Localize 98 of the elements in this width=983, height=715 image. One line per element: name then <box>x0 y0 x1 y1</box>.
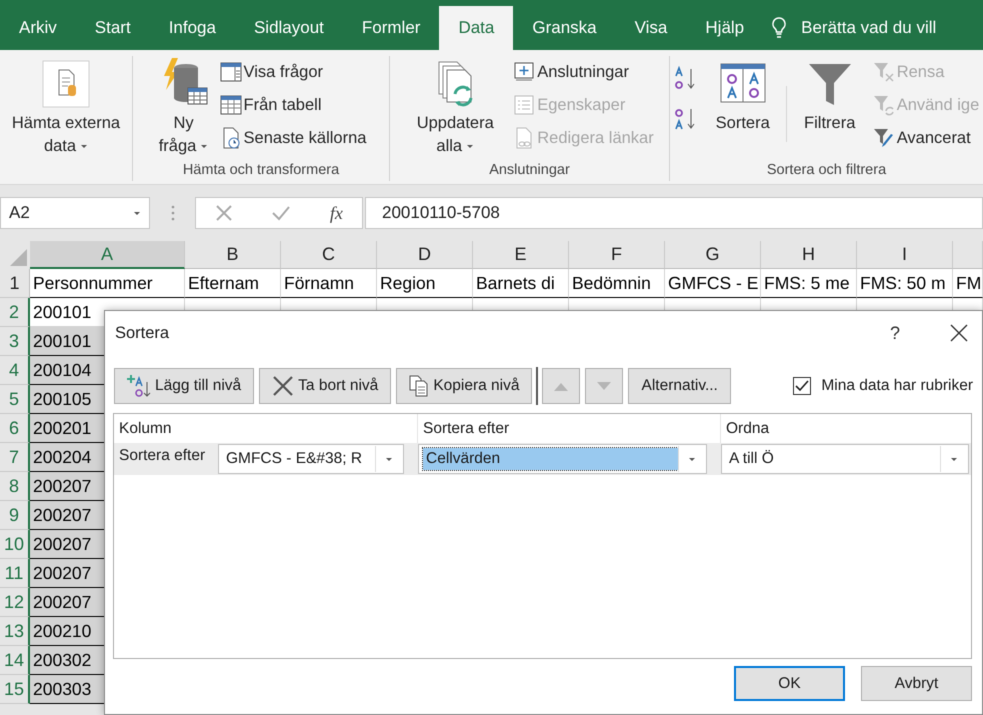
caret-icon <box>466 144 474 150</box>
select-all-icon[interactable] <box>0 241 30 269</box>
table-cell: Region <box>377 269 473 298</box>
toolbar-button[interactable]: Ta bort nivå <box>259 368 392 404</box>
caret-icon <box>385 456 393 462</box>
table-cell: FM <box>953 269 983 298</box>
list-icon <box>513 94 536 116</box>
toolbar-button[interactable]: Lägg till nivå <box>114 368 254 404</box>
ribbon-tab[interactable]: Formler <box>342 6 440 50</box>
dialog-button[interactable]: Avbryt <box>861 666 972 701</box>
caret-icon <box>950 456 958 462</box>
table-cell: FMS: 5 me <box>761 269 857 298</box>
ribbon-tab[interactable]: Granska <box>513 6 616 50</box>
connections-icon <box>513 61 536 83</box>
help-button[interactable]: ? <box>890 322 900 344</box>
column-header[interactable] <box>953 241 983 269</box>
ribbon-button[interactable]: Ny fråga <box>156 56 212 162</box>
column-header[interactable]: F <box>569 241 665 269</box>
formula-field[interactable]: 20010110-5708 <box>365 197 983 229</box>
column-header[interactable]: H <box>761 241 857 269</box>
table-cell: GMFCS - E <box>665 269 761 298</box>
dialog-button[interactable]: OK <box>734 666 845 701</box>
row-header[interactable]: 11 <box>0 559 30 588</box>
row-header[interactable]: 13 <box>0 617 30 646</box>
ribbon-tab[interactable]: Hjälp <box>686 6 764 50</box>
document-icon <box>42 60 90 108</box>
ribbon-button[interactable]: Sortera <box>708 56 778 162</box>
ribbon-button[interactable]: Uppdatera alla <box>405 56 506 162</box>
ribbon-button[interactable]: Filtrera <box>794 56 865 162</box>
insert-function-button[interactable]: fx <box>330 202 343 224</box>
ribbon-button[interactable]: Visa frågor <box>220 59 366 85</box>
order-dropdown[interactable]: A till Ö <box>721 444 969 474</box>
column-header[interactable]: A <box>30 241 185 269</box>
column-header[interactable]: B <box>185 241 281 269</box>
row-header[interactable]: 9 <box>0 501 30 530</box>
checkmark-icon <box>795 380 810 392</box>
row-header[interactable]: 1 <box>0 269 30 298</box>
row-header[interactable]: 15 <box>0 675 30 704</box>
table-cell: Bedömnin <box>569 269 665 298</box>
row-header[interactable]: 2 <box>0 298 30 327</box>
checkbox-label[interactable]: Mina data har rubriker <box>821 377 973 395</box>
grip-icon <box>170 205 174 221</box>
column-header[interactable]: G <box>665 241 761 269</box>
ribbon-button[interactable]: Senaste källorna <box>220 125 366 151</box>
row-header[interactable]: 8 <box>0 472 30 501</box>
table-icon <box>220 94 242 116</box>
group-label: Anslutningar <box>488 162 571 180</box>
row-header[interactable]: 5 <box>0 385 30 414</box>
ribbon-button[interactable]: Anslutningar <box>513 59 654 85</box>
table-cell: Barnets di <box>473 269 569 298</box>
table-cell: Efternam <box>185 269 281 298</box>
name-box[interactable]: A2 <box>0 197 150 229</box>
lightbulb-icon <box>771 17 788 39</box>
ribbon-button[interactable]: Hämta externa data <box>3 56 129 162</box>
group-label: Hämta och transformera <box>182 162 340 180</box>
caret-icon <box>200 144 208 150</box>
row-header[interactable]: 4 <box>0 356 30 385</box>
delete-icon <box>272 375 294 397</box>
sort-on-dropdown[interactable]: Cellvärden <box>418 444 707 474</box>
toolbar-button[interactable]: Alternativ... <box>628 368 731 404</box>
row-header[interactable]: 6 <box>0 414 30 443</box>
caret-icon <box>80 144 88 150</box>
up-arrow-icon <box>554 382 568 390</box>
table-cell: Personnummer <box>30 269 185 298</box>
checkbox[interactable] <box>793 377 812 395</box>
ribbon-button[interactable]: Från tabell <box>220 92 366 118</box>
caret-icon <box>688 456 696 462</box>
table-cell: FMS: 50 m <box>857 269 953 298</box>
ribbon-tab[interactable]: Infoga <box>150 6 235 50</box>
table-cell: Förnamn <box>281 269 377 298</box>
toolbar-button[interactable]: Kopiera nivå <box>396 368 532 404</box>
ribbon-tab[interactable]: Sidlayout <box>234 6 343 50</box>
row-header[interactable]: 10 <box>0 530 30 559</box>
column-header[interactable]: C <box>281 241 377 269</box>
cancel-icon[interactable] <box>215 204 234 222</box>
row-header[interactable]: 3 <box>0 327 30 356</box>
ribbon-tab[interactable]: Start <box>76 6 150 50</box>
ribbon-tab[interactable]: Arkiv <box>0 6 76 50</box>
row-header[interactable]: 14 <box>0 646 30 675</box>
row-header[interactable]: 7 <box>0 443 30 472</box>
ribbon-tab[interactable]: Visa <box>616 6 686 50</box>
down-arrow-icon <box>597 382 612 390</box>
window-icon <box>220 61 242 83</box>
column-header[interactable]: D <box>377 241 473 269</box>
ribbon-button[interactable]: Avancerat <box>872 125 980 151</box>
group-label: Sortera och filtrera <box>766 162 888 180</box>
copy-icon <box>409 375 430 397</box>
add-level-icon <box>127 374 151 398</box>
close-icon[interactable] <box>950 324 968 342</box>
checkmark-icon[interactable] <box>271 204 292 222</box>
row-header[interactable]: 12 <box>0 588 30 617</box>
column-header[interactable]: E <box>473 241 569 269</box>
column-dropdown[interactable]: GMFCS - E&#38; R <box>218 444 404 474</box>
tell-me-search[interactable]: Berätta vad du vill <box>801 18 936 38</box>
ribbon-tab[interactable]: Data <box>439 6 514 50</box>
column-header: Ordna <box>725 418 770 438</box>
caret-icon <box>133 210 141 216</box>
column-header[interactable]: I <box>857 241 953 269</box>
